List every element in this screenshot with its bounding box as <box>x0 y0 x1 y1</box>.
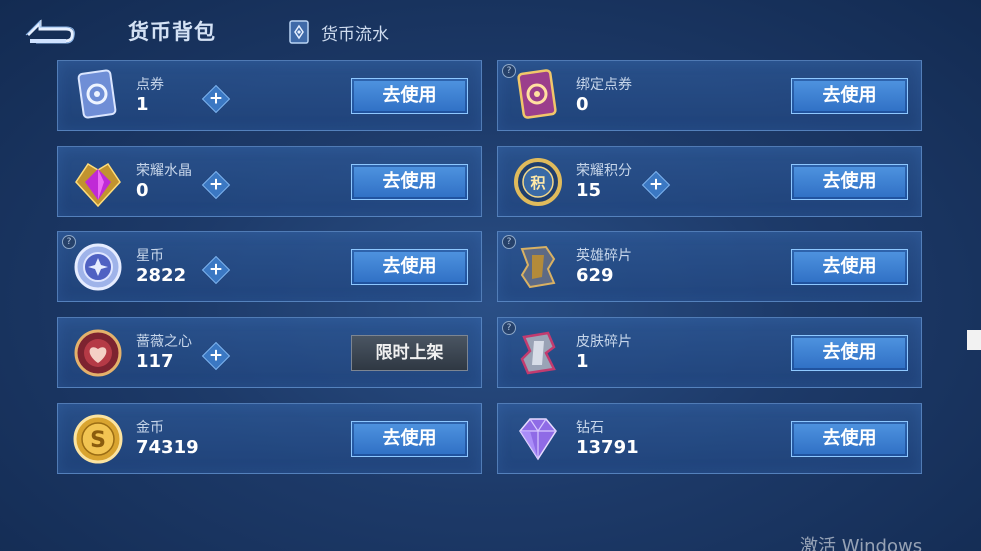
currency-card: 积 荣耀积分 15 + 去使用 <box>497 146 922 217</box>
currency-card: 点券 1 + 去使用 <box>57 60 482 131</box>
plus-icon: + <box>208 259 224 280</box>
add-currency-button[interactable]: + <box>201 170 231 200</box>
svg-text:积: 积 <box>530 174 545 192</box>
currency-flow-tab[interactable]: 货币流水 <box>288 19 389 45</box>
currency-amount: 74319 <box>136 437 199 458</box>
currency-card: S 金币 74319 去使用 <box>57 403 482 474</box>
help-icon[interactable]: ? <box>502 321 516 335</box>
currency-amount: 629 <box>576 265 614 286</box>
help-icon[interactable]: ? <box>62 235 76 249</box>
use-button[interactable]: 去使用 <box>791 249 908 285</box>
currency-amount: 2822 <box>136 265 187 286</box>
star-coin-icon <box>68 237 128 297</box>
plus-icon: + <box>208 88 224 109</box>
hero-fragment-icon <box>508 237 568 297</box>
currency-card: ? 英雄碎片 629 去使用 <box>497 231 922 302</box>
bound-coupon-icon <box>508 66 568 126</box>
ledger-icon <box>289 20 309 44</box>
add-currency-button[interactable]: + <box>201 255 231 285</box>
back-arrow-icon <box>25 19 75 44</box>
plus-icon: + <box>208 174 224 195</box>
use-button[interactable]: 去使用 <box>351 249 468 285</box>
windows-activation-watermark: 激活 Windows <box>800 536 923 551</box>
help-icon[interactable]: ? <box>502 64 516 78</box>
help-icon[interactable]: ? <box>502 235 516 249</box>
currency-name: 钻石 <box>576 420 604 436</box>
glory-crystal-icon <box>68 152 128 212</box>
glory-points-icon: 积 <box>508 152 568 212</box>
currency-name: 荣耀积分 <box>576 163 632 179</box>
svg-text:S: S <box>90 428 106 453</box>
back-button[interactable] <box>22 14 76 48</box>
currency-flow-label: 货币流水 <box>321 24 389 45</box>
currency-name: 点券 <box>136 77 164 93</box>
plus-icon: + <box>208 345 224 366</box>
gold-coin-icon: S <box>68 409 128 469</box>
currency-name: 星币 <box>136 248 164 264</box>
skin-fragment-icon <box>508 323 568 383</box>
currency-name: 蔷薇之心 <box>136 334 192 350</box>
limited-time-button[interactable]: 限时上架 <box>351 335 468 371</box>
add-currency-button[interactable]: + <box>201 84 231 114</box>
plus-icon: + <box>648 174 664 195</box>
currency-name: 英雄碎片 <box>576 248 632 264</box>
currency-card: 荣耀水晶 0 + 去使用 <box>57 146 482 217</box>
currency-card: ? 星币 2822 + 去使用 <box>57 231 482 302</box>
use-button[interactable]: 去使用 <box>351 421 468 457</box>
currency-card: ? 绑定点券 0 去使用 <box>497 60 922 131</box>
currency-amount: 1 <box>576 351 589 372</box>
currency-amount: 117 <box>136 351 174 372</box>
edge-marker <box>967 330 981 350</box>
use-button[interactable]: 去使用 <box>791 421 908 457</box>
currency-amount: 1 <box>136 94 149 115</box>
diamond-icon <box>508 409 568 469</box>
currency-name: 金币 <box>136 420 164 436</box>
currency-name: 皮肤碎片 <box>576 334 632 350</box>
add-currency-button[interactable]: + <box>641 170 671 200</box>
use-button[interactable]: 去使用 <box>791 335 908 371</box>
currency-amount: 15 <box>576 180 602 201</box>
currency-amount: 0 <box>136 180 149 201</box>
top-bar: 货币背包 货币流水 <box>0 0 981 58</box>
currency-card: 蔷薇之心 117 + 限时上架 <box>57 317 482 388</box>
use-button[interactable]: 去使用 <box>351 78 468 114</box>
rose-heart-icon <box>68 323 128 383</box>
coupon-icon <box>68 66 128 126</box>
currency-amount: 0 <box>576 94 589 115</box>
use-button[interactable]: 去使用 <box>351 164 468 200</box>
currency-card: ? 皮肤碎片 1 去使用 <box>497 317 922 388</box>
use-button[interactable]: 去使用 <box>791 164 908 200</box>
page-title: 货币背包 <box>128 20 216 44</box>
currency-amount: 13791 <box>576 437 639 458</box>
use-button[interactable]: 去使用 <box>791 78 908 114</box>
currency-name: 绑定点券 <box>576 77 632 93</box>
currency-name: 荣耀水晶 <box>136 163 192 179</box>
currency-card: 钻石 13791 去使用 <box>497 403 922 474</box>
add-currency-button[interactable]: + <box>201 341 231 371</box>
